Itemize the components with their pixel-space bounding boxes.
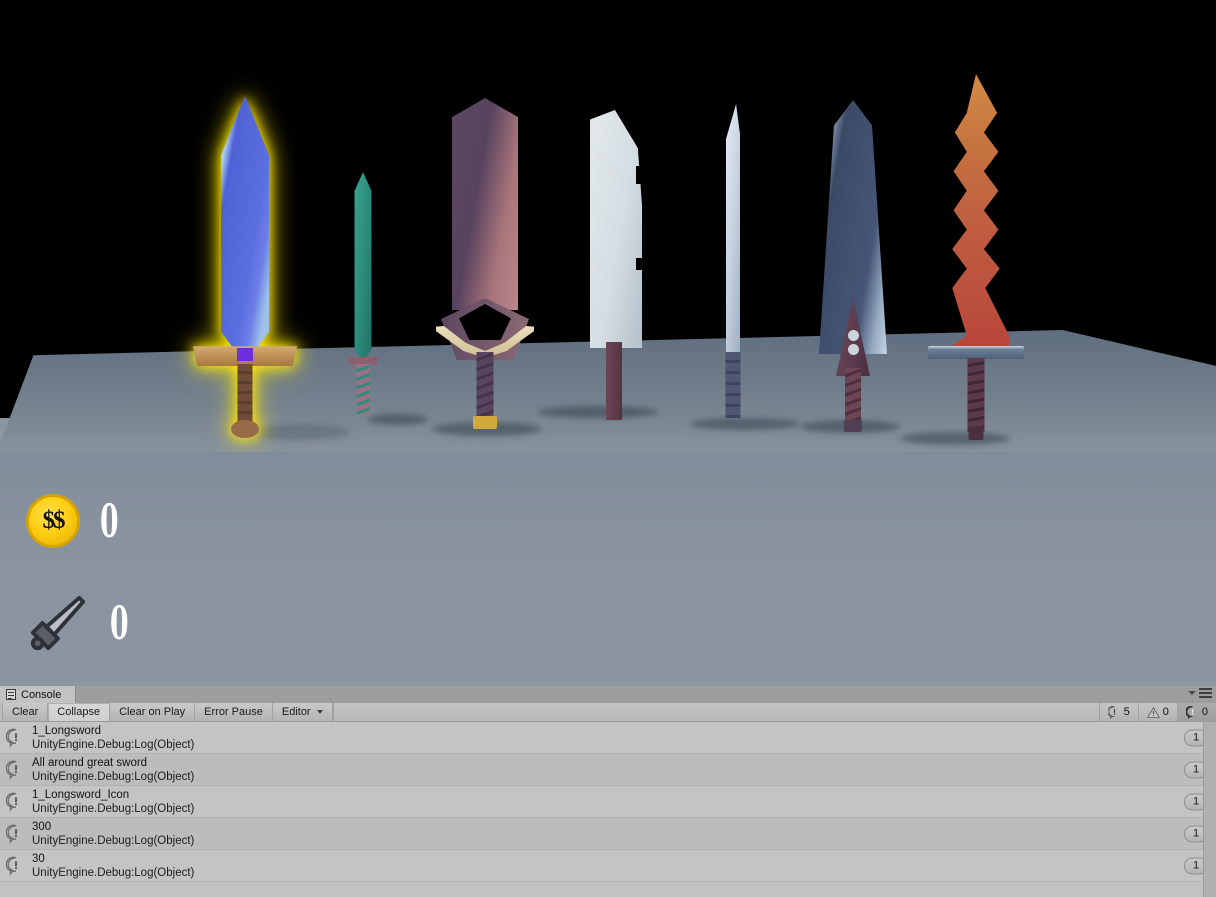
warning-count: 0 <box>1162 706 1169 718</box>
sword-model-broadsword[interactable] <box>812 100 894 432</box>
log-text: 300 UnityEngine.Debug:Log(Object) <box>32 820 194 848</box>
blade-notch <box>636 166 644 184</box>
rivet <box>848 344 859 355</box>
info-log-icon <box>5 856 26 876</box>
price-stat-row: $$ 0 <box>26 494 132 548</box>
error-count: 0 <box>1201 706 1208 718</box>
sword-model-greatsword[interactable] <box>430 98 540 429</box>
sword-model-flameblade[interactable] <box>924 74 1028 442</box>
grip <box>356 364 370 414</box>
log-text: 1_Longsword_Icon UnityEngine.Debug:Log(Ob… <box>32 788 194 816</box>
pommel <box>968 426 984 440</box>
log-stacktrace: UnityEngine.Debug:Log(Object) <box>32 770 195 783</box>
info-log-icon <box>5 792 26 812</box>
window-menu[interactable] <box>1188 688 1212 698</box>
blade <box>221 96 269 364</box>
tab-console[interactable]: Console <box>0 686 77 703</box>
blade <box>943 74 1009 352</box>
damage-stat-row: 0 <box>26 592 142 654</box>
info-log-icon <box>5 760 26 780</box>
warning-counter[interactable]: 0 <box>1137 703 1177 721</box>
grip <box>476 352 494 420</box>
log-stacktrace: UnityEngine.Debug:Log(Object) <box>32 738 195 751</box>
sword-model-cleaver[interactable] <box>582 110 654 420</box>
log-text: All around great sword UnityEngine.Debug:… <box>32 756 194 784</box>
console-toolbar[interactable]: Clear Collapse Clear on Play Error Pause… <box>0 703 1216 722</box>
log-message: 1_Longsword_Icon <box>32 788 130 801</box>
damage-value: 0 <box>110 596 129 650</box>
log-stacktrace: UnityEngine.Debug:Log(Object) <box>32 802 195 815</box>
grip <box>967 358 985 432</box>
error-pause-button[interactable]: Error Pause <box>195 703 273 721</box>
scene-3d-viewport[interactable] <box>0 0 1216 460</box>
grip <box>725 352 741 418</box>
error-counter[interactable]: 0 <box>1176 703 1216 721</box>
blade-notch <box>636 258 644 270</box>
log-message: 1_Longsword <box>32 724 102 737</box>
log-stacktrace: UnityEngine.Debug:Log(Object) <box>32 866 195 879</box>
log-counters: 5 0 0 <box>1098 703 1216 721</box>
grip <box>606 342 622 420</box>
pommel <box>473 416 497 429</box>
log-stacktrace: UnityEngine.Debug:Log(Object) <box>32 834 195 847</box>
unity-editor-window: $$ 0 0 Sword Sword Description... <box>0 0 1216 897</box>
editor-dropdown[interactable]: Editor <box>272 703 333 721</box>
clear-on-play-button[interactable]: Clear on Play <box>110 703 196 721</box>
clear-button[interactable]: Clear <box>2 703 49 721</box>
sword-model-katana[interactable] <box>716 104 750 420</box>
console-tabbar: Console <box>0 686 1216 703</box>
info-log-icon <box>5 728 26 748</box>
game-view[interactable]: $$ 0 0 Sword Sword Description... <box>0 0 1216 686</box>
toolbar-spacer <box>332 703 1099 721</box>
console-log-row[interactable]: 1_Longsword UnityEngine.Debug:Log(Object)… <box>0 722 1216 754</box>
hamburger-menu-icon[interactable] <box>1199 688 1212 698</box>
info-log-icon <box>5 824 26 844</box>
console-log-row[interactable]: All around great sword UnityEngine.Debug:… <box>0 754 1216 786</box>
pommel <box>231 420 259 438</box>
blade <box>452 98 518 310</box>
log-message: 30 <box>32 852 45 865</box>
sword-shadow <box>368 414 428 425</box>
console-scrollbar[interactable] <box>1203 722 1216 897</box>
log-text: 30 UnityEngine.Debug:Log(Object) <box>32 852 194 880</box>
console-log-list[interactable]: 1_Longsword UnityEngine.Debug:Log(Object)… <box>0 722 1216 897</box>
console-log-row[interactable]: 1_Longsword_Icon UnityEngine.Debug:Log(Ob… <box>0 786 1216 818</box>
tab-console-label: Console <box>21 688 62 701</box>
pommel <box>844 420 862 432</box>
console-window[interactable]: Console Clear Collapse Clear on Play Err… <box>0 686 1216 897</box>
rivet <box>848 330 859 341</box>
grip <box>845 368 861 424</box>
coin-icon: $$ <box>26 494 80 548</box>
console-log-row[interactable]: 30 UnityEngine.Debug:Log(Object) 1 <box>0 850 1216 882</box>
chevron-down-icon[interactable] <box>1188 691 1196 695</box>
log-text: 1_Longsword UnityEngine.Debug:Log(Object) <box>32 724 194 752</box>
info-counter[interactable]: 5 <box>1098 703 1138 721</box>
sword-model-teal-dagger[interactable] <box>340 172 386 414</box>
blade <box>726 104 740 354</box>
chevron-down-icon <box>316 710 323 714</box>
guard-gem <box>237 348 253 361</box>
sword-damage-icon <box>26 592 90 654</box>
blade <box>354 172 372 362</box>
console-icon <box>6 689 16 700</box>
grip <box>237 364 253 426</box>
log-message: 300 <box>32 820 52 833</box>
item-info-panel: $$ 0 0 Sword Sword Description... <box>0 452 1216 686</box>
info-count: 5 <box>1123 706 1130 718</box>
blade <box>590 110 642 348</box>
editor-dropdown-label: Editor <box>281 706 311 718</box>
console-log-row[interactable]: 300 UnityEngine.Debug:Log(Object) 1 <box>0 818 1216 850</box>
price-value: 0 <box>100 494 119 548</box>
log-message: All around great sword <box>32 756 148 769</box>
sword-model-longsword[interactable] <box>186 96 304 446</box>
collapse-button[interactable]: Collapse <box>48 703 111 721</box>
